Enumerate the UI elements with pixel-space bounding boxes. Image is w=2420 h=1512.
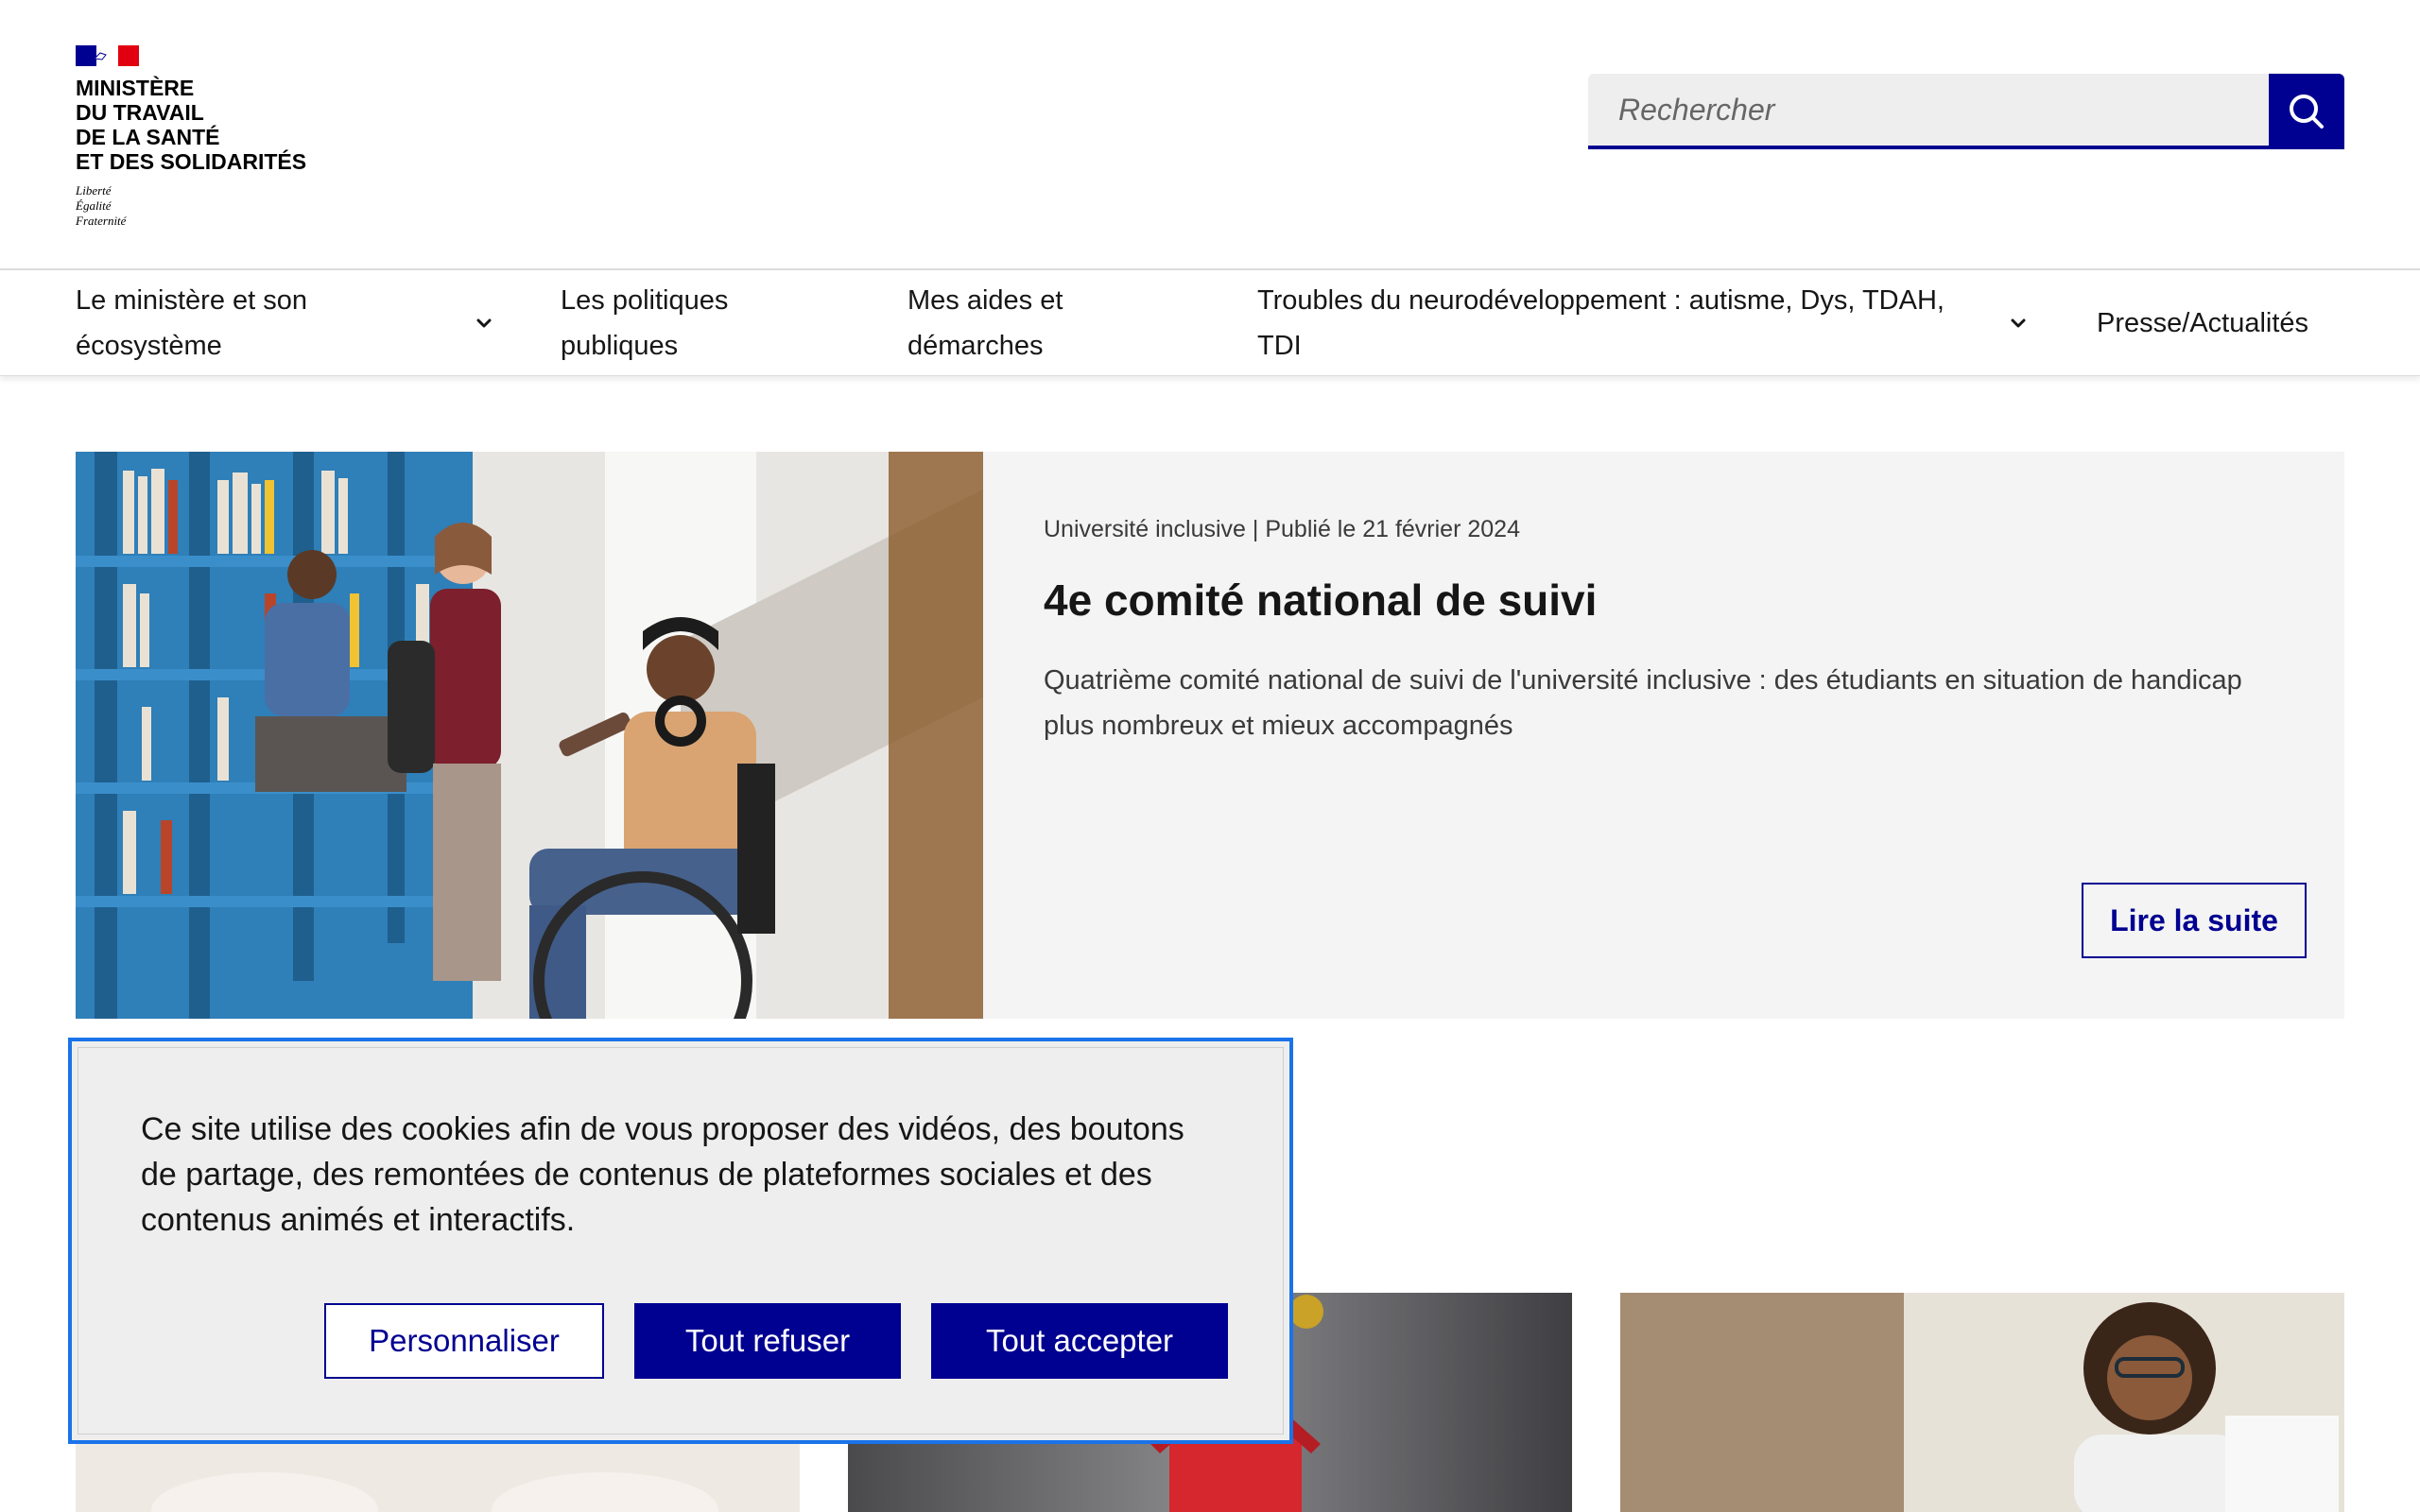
nav-item-label: Mes aides et (908, 285, 1063, 316)
cookie-banner-panel: Ce site utilise des cookies afin de vous… (78, 1047, 1284, 1435)
nav-item-label: Les politiques (561, 285, 729, 316)
search-bar (1588, 74, 2344, 149)
ministry-logo[interactable]: MINISTÈRE DU TRAVAIL DE LA SANTÉ ET DES … (76, 45, 321, 230)
article-card-image-3 (1620, 1293, 2344, 1512)
motto-line: Fraternité (76, 214, 127, 228)
nav-item-label: démarches (908, 331, 1044, 361)
ministry-name: MINISTÈRE DU TRAVAIL DE LA SANTÉ ET DES … (76, 76, 321, 174)
featured-article-card: Université inclusive | Publié le 21 févr… (76, 452, 2344, 1019)
accept-all-cookies-button[interactable]: Tout accepter (931, 1303, 1228, 1379)
cookie-consent-banner: Ce site utilise des cookies afin de vous… (68, 1038, 1293, 1444)
site-header: MINISTÈRE DU TRAVAIL DE LA SANTÉ ET DES … (0, 0, 2420, 270)
main-navigation: Le ministère et son écosystème Les polit… (0, 270, 2420, 376)
ministry-name-line: MINISTÈRE (76, 76, 195, 100)
nav-item-label: TDI (1257, 331, 1302, 361)
nav-item-label: Troubles du neurodéveloppement : autisme… (1257, 285, 1945, 316)
cookie-message: Ce site utilise des cookies afin de vous… (141, 1111, 1184, 1238)
article-meta: Université inclusive | Publié le 21 févr… (1044, 516, 1520, 542)
search-button[interactable] (2269, 74, 2344, 149)
article-description: Quatrième comité national de suivi de l'… (1044, 665, 2242, 741)
library-scene-image (76, 452, 983, 1019)
article-body: Université inclusive | Publié le 21 févr… (1044, 452, 2307, 1019)
chevron-down-icon (2011, 318, 2026, 328)
cookie-actions: Personnaliser Tout refuser Tout accepter (324, 1303, 1228, 1379)
ministry-name-line: DE LA SANTÉ (76, 125, 220, 149)
chevron-down-icon (476, 318, 492, 328)
article-image (76, 452, 983, 1019)
nav-item-politiques[interactable]: Les politiques publiques (561, 270, 806, 376)
article-title[interactable]: 4e comité national de suivi (1044, 575, 1597, 626)
flag-red-stripe (117, 45, 139, 66)
nav-item-aides[interactable]: Mes aides et démarches (908, 270, 1153, 376)
marianne-icon (94, 52, 108, 60)
ministry-name-line: ET DES SOLIDARITÉS (76, 149, 307, 174)
article-card-image[interactable] (1620, 1293, 2344, 1512)
refuse-all-cookies-button[interactable]: Tout refuser (634, 1303, 901, 1379)
motto-line: Liberté (76, 183, 112, 198)
flag-white-stripe (94, 45, 118, 66)
nav-item-presse[interactable]: Presse/Actualités (2097, 270, 2344, 376)
nav-item-label: Le ministère et son (76, 285, 308, 316)
read-more-button[interactable]: Lire la suite (2082, 883, 2307, 958)
ministry-name-line: DU TRAVAIL (76, 100, 204, 125)
search-icon (2290, 94, 2324, 129)
nav-item-label: écosystème (76, 331, 222, 361)
search-input[interactable] (1588, 74, 2269, 149)
nav-item-troubles[interactable]: Troubles du neurodéveloppement : autisme… (1257, 270, 2032, 376)
customize-cookies-button[interactable]: Personnaliser (324, 1303, 604, 1379)
nav-item-label: Presse/Actualités (2097, 308, 2309, 338)
nav-item-label: publiques (561, 331, 679, 361)
nav-item-ministere[interactable]: Le ministère et son écosystème (76, 270, 501, 376)
republic-motto: Liberté Égalité Fraternité (76, 183, 321, 229)
republic-flag-icon (76, 45, 139, 66)
motto-line: Égalité (76, 198, 112, 213)
